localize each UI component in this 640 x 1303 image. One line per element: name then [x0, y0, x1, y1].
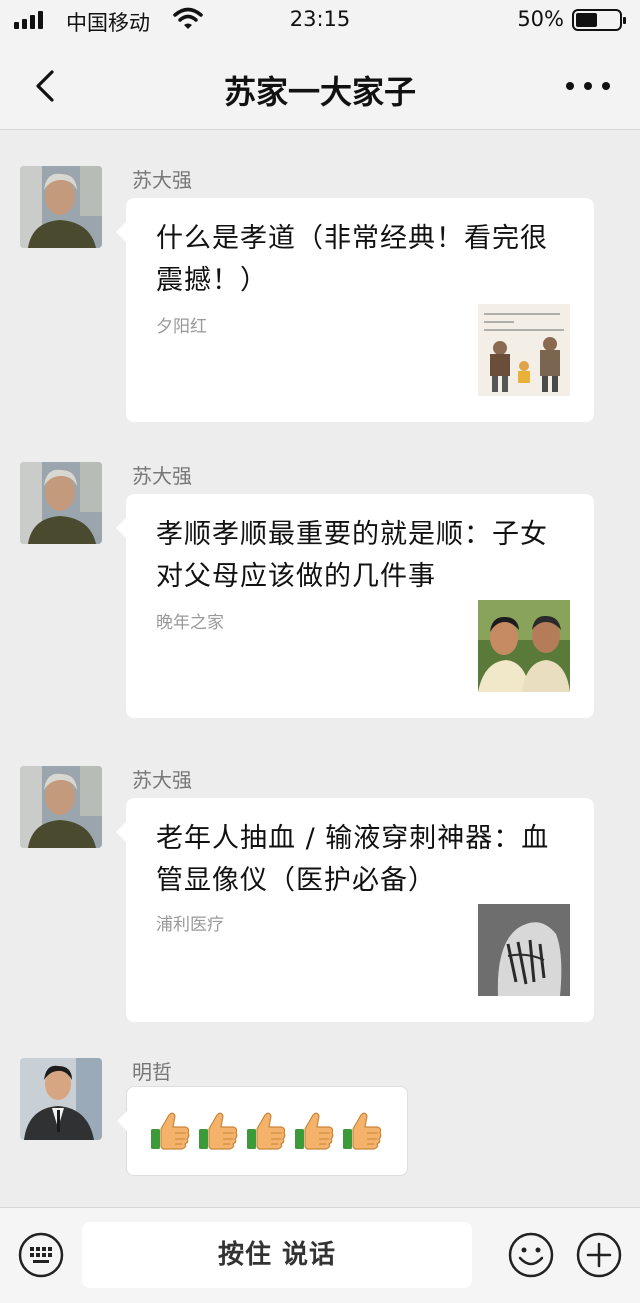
input-bar: 按住 说话: [0, 1207, 640, 1303]
status-bar: 中国移动 23:15 50%: [0, 0, 640, 40]
card-title: 孝顺孝顺最重要的就是顺：子女对父母应该做的几件事: [156, 519, 548, 592]
thumbs-up-icon: [247, 1112, 286, 1150]
emoji-message[interactable]: [117, 1086, 408, 1176]
thumbs-up-icon: [199, 1112, 238, 1150]
emoji-row: [149, 1109, 383, 1153]
battery-percent: 50%: [517, 7, 564, 31]
sender-name: 明哲: [132, 1060, 172, 1084]
sender-name: 苏大强: [132, 464, 192, 488]
card-source: 晚年之家: [156, 613, 224, 633]
card-thumbnail: [478, 904, 570, 996]
plus-icon[interactable]: [576, 1232, 622, 1278]
link-card[interactable]: 孝顺孝顺最重要的就是顺：子女对父母应该做的几件事 晚年之家: [116, 494, 594, 718]
card-source: 夕阳红: [156, 317, 207, 337]
hold-to-talk-button[interactable]: 按住 说话: [82, 1222, 472, 1288]
chat-title: 苏家一大家子: [223, 73, 416, 111]
link-card[interactable]: 什么是孝道（非常经典！看完很震撼！） 夕阳红: [116, 198, 594, 422]
sender-name: 苏大强: [132, 168, 192, 192]
avatar[interactable]: [20, 1058, 102, 1140]
avatar[interactable]: [20, 166, 102, 248]
thumbs-up-icon: [343, 1112, 382, 1150]
thumbs-up-icon: [295, 1112, 334, 1150]
avatar[interactable]: [20, 462, 102, 544]
emoji-icon[interactable]: [508, 1232, 554, 1278]
avatar[interactable]: [20, 766, 102, 848]
card-source: 浦利医疗: [156, 915, 224, 935]
chat-header: 苏家一大家子: [0, 40, 640, 130]
battery-icon: [572, 9, 626, 31]
card-title: 什么是孝道（非常经典！看完很震撼！）: [156, 223, 548, 296]
back-icon[interactable]: [28, 66, 68, 106]
sender-name: 苏大强: [132, 768, 192, 792]
link-card[interactable]: 老年人抽血 / 输液穿刺神器：血管显像仪（医护必备） 浦利医疗: [116, 798, 594, 1022]
keyboard-icon[interactable]: [18, 1232, 64, 1278]
card-thumbnail: [478, 600, 570, 692]
card-thumbnail: [478, 304, 570, 396]
card-title: 老年人抽血 / 输液穿刺神器：血管显像仪（医护必备）: [156, 823, 550, 896]
thumbs-up-icon: [151, 1112, 190, 1150]
more-icon[interactable]: [566, 71, 610, 101]
